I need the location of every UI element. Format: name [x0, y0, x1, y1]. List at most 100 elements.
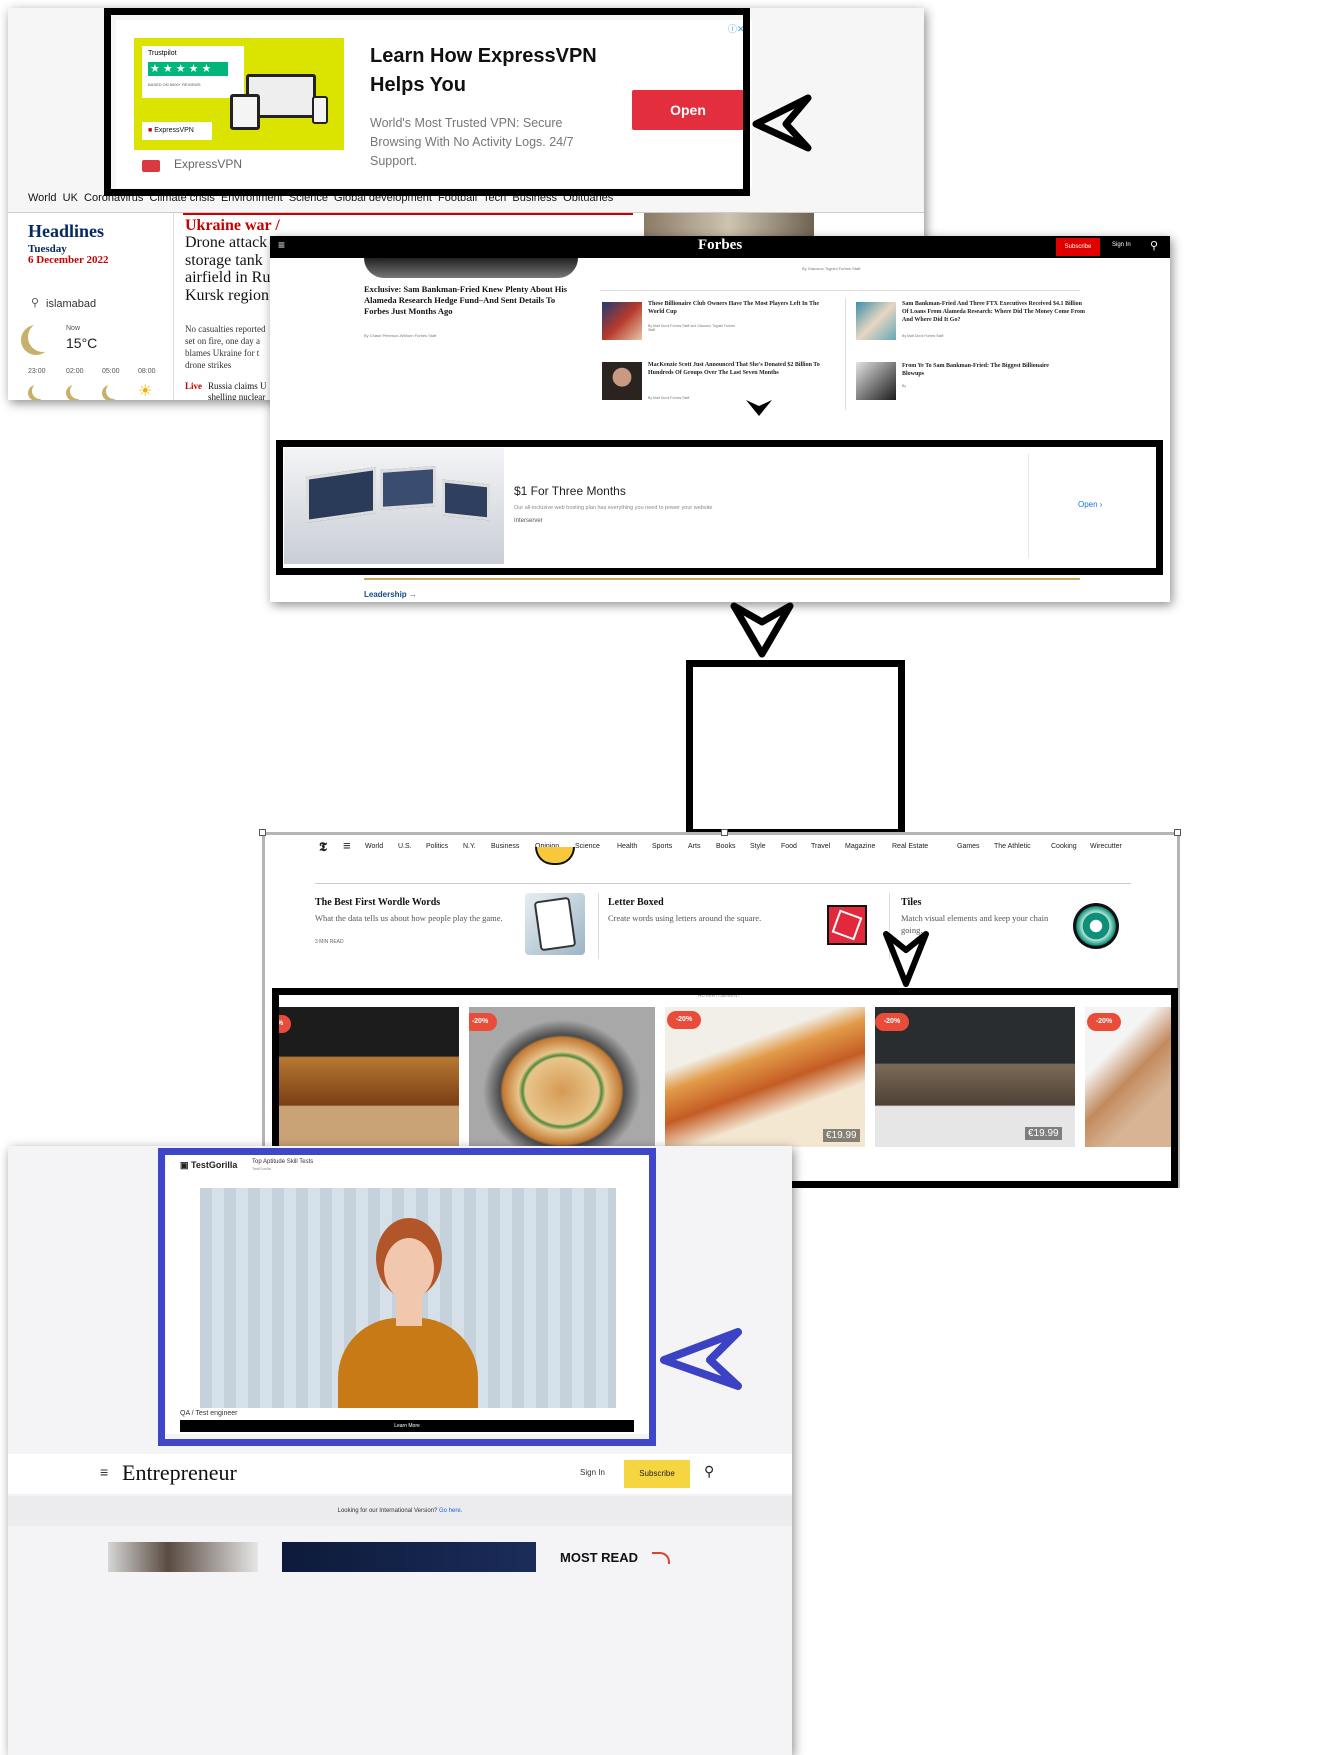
- most-read-heading: MOST READ: [560, 1550, 638, 1565]
- ad-highlight-frame: [686, 660, 905, 836]
- story-thumb: [602, 302, 642, 340]
- story-title[interactable]: Sam Bankman-Fried And Three FTX Executiv…: [902, 300, 1088, 324]
- story-divider: [845, 298, 846, 410]
- sidebar-nav-apps[interactable]: Apps: [20, 751, 47, 765]
- story-title[interactable]: Investors sound the alarm about possible…: [504, 716, 680, 743]
- nav-world[interactable]: World: [365, 843, 383, 850]
- story-category[interactable]: Startups: [504, 794, 534, 803]
- tc-plus-badge: TC+: [504, 700, 522, 710]
- card-description: Create words using letters around the sq…: [608, 913, 762, 923]
- story-author[interactable]: Ron Miller, Alex Wilhelm: [504, 766, 590, 775]
- lead-author[interactable]: Taylor Hatmaker: [142, 636, 212, 646]
- signin-link[interactable]: Sign In: [580, 1468, 605, 1477]
- sidebar-nav-venture[interactable]: Venture: [20, 686, 61, 700]
- join-techcrunch-plus[interactable]: Join TechCrunch+: [20, 556, 115, 568]
- login-link[interactable]: Login: [20, 576, 47, 588]
- nav-politics[interactable]: Politics: [426, 843, 448, 850]
- selection-handle[interactable]: [721, 829, 728, 836]
- story-title[interactable]: MacKenzie Scott Just Announced That She'…: [648, 361, 826, 377]
- techcrunch-logo[interactable]: TC: [18, 514, 50, 545]
- lens-image: [292, 668, 334, 710]
- story-category[interactable]: Market Analysis: [540, 701, 596, 710]
- sidebar-nav-startups[interactable]: Startups: [20, 665, 65, 679]
- article-thumb[interactable]: [108, 1542, 258, 1572]
- story-author[interactable]: Ron Miller: [504, 674, 540, 683]
- lead-title[interactable]: Lensa AI, th 'magic avata for artists: [142, 546, 282, 630]
- intl-link[interactable]: Go here.: [439, 1508, 462, 1514]
- nav-us[interactable]: U.S.: [398, 843, 412, 850]
- nav-arts[interactable]: Arts: [688, 843, 700, 850]
- search-link[interactable]: Search ⚲: [20, 616, 70, 630]
- story-byline: By Matt Durot Forbes Staff: [902, 334, 944, 338]
- story-title[interactable]: Confirmed: Slack CEO Stewart Butterfield…: [504, 624, 680, 665]
- moon-small-icon: [106, 383, 122, 399]
- ad-highlight-frame: [158, 1148, 656, 1446]
- nav-science[interactable]: Science: [575, 843, 600, 850]
- sidebar-nav-more[interactable]: More: [20, 815, 47, 829]
- nav-wirecutter[interactable]: Wirecutter: [1090, 843, 1122, 850]
- nav-style[interactable]: Style: [750, 843, 766, 850]
- intl-banner: Looking for our International Version? G…: [8, 1496, 792, 1526]
- lead-title[interactable]: Exclusive: Sam Bankman-Fried Knew Plenty…: [364, 284, 582, 317]
- tiles-icon: [1073, 903, 1119, 949]
- location-search[interactable]: islamabad: [46, 298, 96, 310]
- subscribe-button[interactable]: Subscribe: [1056, 238, 1100, 256]
- intl-text: Looking for our International Version?: [337, 1508, 438, 1514]
- hamburger-menu-icon[interactable]: ≡: [100, 1464, 108, 1480]
- register-button[interactable]: ster Now: [694, 600, 894, 636]
- story-title[interactable]: If Rowy has its way, if you can use Exce…: [504, 806, 680, 833]
- letter-boxed-inner: [831, 909, 863, 941]
- live-text[interactable]: Russia claims U shelling nuclear plan: [208, 381, 274, 400]
- nyt-nav[interactable]: World U.S. Politics N.Y. Business Opinio…: [365, 843, 1177, 857]
- story-category[interactable]: Enterprise: [504, 612, 540, 621]
- arrow-pointer-icon: [660, 1328, 742, 1390]
- nav-real-estate[interactable]: Real Estate: [892, 843, 928, 850]
- sidebar-nav-crypto[interactable]: Crypto: [20, 729, 55, 743]
- nav-food[interactable]: Food: [781, 843, 797, 850]
- sidebar-nav-advertise[interactable]: Advertise: [20, 794, 70, 808]
- card-title[interactable]: Tiles: [901, 897, 921, 908]
- nav-business[interactable]: Business: [491, 843, 519, 850]
- leadership-link[interactable]: Leadership →: [364, 590, 417, 599]
- signin-link[interactable]: Sign In: [1112, 242, 1131, 248]
- story-divider: [504, 784, 680, 785]
- story-title[interactable]: From Ye To Sam Bankman-Fried: The Bigges…: [902, 362, 1072, 378]
- nav-games[interactable]: Games: [957, 843, 980, 850]
- now-label: Now: [66, 325, 81, 332]
- card-title[interactable]: Letter Boxed: [608, 897, 664, 908]
- nav-the-athletic[interactable]: The Athletic: [994, 843, 1031, 850]
- card-title[interactable]: The Best First Wordle Words: [315, 897, 440, 908]
- date-label: 6 December 2022: [28, 254, 109, 266]
- live-label: Live: [185, 381, 202, 391]
- top-byline: By Giacomo Tognini Forbes Staff: [802, 266, 861, 271]
- nav-sports[interactable]: Sports: [652, 843, 672, 850]
- headline[interactable]: Drone attack storage tank airfield in Ru…: [185, 234, 281, 304]
- arrow-pointer-icon: [752, 94, 812, 152]
- forbes-logo[interactable]: Forbes: [698, 237, 742, 254]
- sidebar-nav-events[interactable]: Events: [20, 772, 57, 786]
- nav-magazine[interactable]: Magazine: [845, 843, 875, 850]
- search-label: Search: [20, 616, 59, 630]
- moon-small-icon: [70, 383, 86, 399]
- nav-books[interactable]: Books: [716, 843, 735, 850]
- nav-ny[interactable]: N.Y.: [463, 843, 476, 850]
- search-icon[interactable]: ⚲: [704, 1463, 714, 1480]
- story-title[interactable]: These Billionaire Club Owners Have The M…: [648, 300, 826, 316]
- entrepreneur-logo[interactable]: Entrepreneur: [122, 1460, 237, 1486]
- search-icon[interactable]: ⚲: [1150, 239, 1158, 252]
- nav-travel[interactable]: Travel: [811, 843, 830, 850]
- hamburger-menu-icon[interactable]: ≡: [278, 238, 285, 252]
- sidebar-nav-techcrunch-plus[interactable]: TechCrunch+: [20, 643, 91, 657]
- hamburger-menu-icon[interactable]: ≡: [343, 838, 351, 853]
- nav-health[interactable]: Health: [617, 843, 637, 850]
- headline-standfirst: No casualties reported set on fire, one …: [185, 324, 266, 370]
- sidebar-nav-security[interactable]: Security: [20, 708, 63, 722]
- nyt-logo[interactable]: 𝕿: [319, 839, 327, 855]
- selection-handle[interactable]: [259, 829, 266, 836]
- nav-cooking[interactable]: Cooking: [1051, 843, 1077, 850]
- selection-handle[interactable]: [1174, 829, 1181, 836]
- lead-image: [364, 258, 578, 278]
- article-thumb[interactable]: [282, 1542, 536, 1572]
- subscribe-button[interactable]: Subscribe: [624, 1460, 690, 1488]
- sun-icon: ☀: [138, 383, 153, 400]
